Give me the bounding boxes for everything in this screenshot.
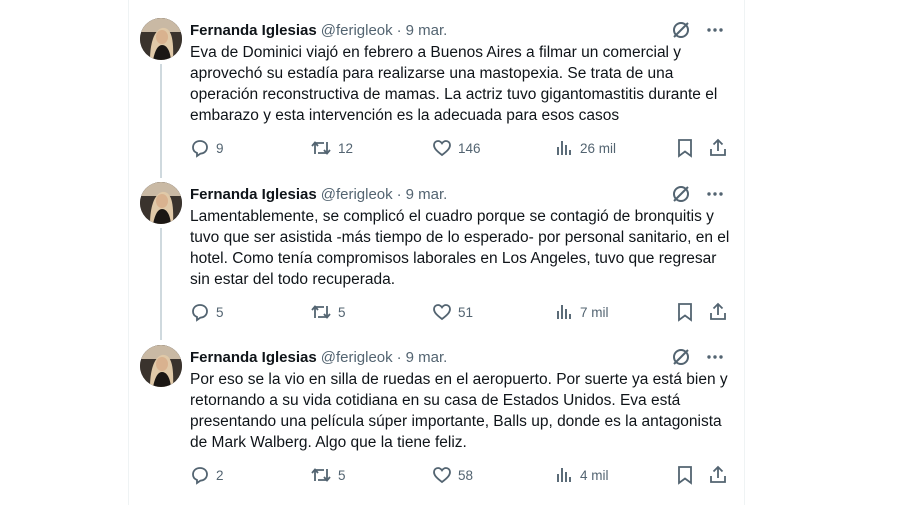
retweet-icon	[310, 302, 332, 322]
retweet-button[interactable]: 5	[310, 301, 346, 323]
avatar[interactable]	[140, 18, 182, 60]
more-icon[interactable]	[705, 184, 725, 204]
tweet[interactable]: Fernanda Iglesias @ferigleok · 9 mar. Po…	[128, 327, 743, 489]
avatar[interactable]	[140, 182, 182, 224]
like-icon	[432, 302, 452, 322]
separator-dot: ·	[396, 21, 402, 39]
tweet[interactable]: Fernanda Iglesias @ferigleok · 9 mar. La…	[128, 164, 743, 326]
separator-dot: ·	[396, 185, 402, 203]
like-count: 146	[458, 140, 481, 156]
tweet-text: Lamentablemente, se complicó el cuadro p…	[190, 208, 730, 288]
reply-button[interactable]: 9	[190, 137, 224, 159]
reply-icon	[190, 138, 210, 158]
author-handle[interactable]: @ferigleok	[321, 186, 393, 203]
like-icon	[432, 138, 452, 158]
reply-button[interactable]: 5	[190, 301, 224, 323]
like-button[interactable]: 51	[432, 301, 473, 323]
views-count: 7 mil	[580, 304, 609, 320]
views-icon	[554, 302, 574, 322]
retweet-button[interactable]: 12	[310, 137, 353, 159]
retweet-count: 5	[338, 467, 346, 483]
reply-count: 2	[216, 467, 224, 483]
author-handle[interactable]: @ferigleok	[321, 349, 393, 366]
author-handle[interactable]: @ferigleok	[321, 22, 393, 39]
bookmark-button[interactable]	[676, 301, 694, 323]
grok-icon[interactable]	[671, 20, 691, 40]
tweet-date[interactable]: 9 mar.	[406, 22, 448, 39]
tweet-text: Eva de Dominici viajó en febrero a Bueno…	[190, 44, 718, 124]
reply-icon	[190, 465, 210, 485]
tweet-date[interactable]: 9 mar.	[406, 349, 448, 366]
share-button[interactable]	[708, 464, 728, 486]
bookmark-button[interactable]	[676, 137, 694, 159]
separator-dot: ·	[396, 348, 402, 366]
share-icon	[708, 138, 728, 158]
share-icon	[708, 302, 728, 322]
like-count: 58	[458, 467, 474, 483]
more-icon[interactable]	[705, 347, 725, 367]
tweet-text: Por eso se la vio en silla de ruedas en …	[190, 371, 728, 451]
reply-button[interactable]: 2	[190, 464, 224, 486]
views-icon	[554, 465, 574, 485]
bookmark-icon	[676, 465, 694, 485]
bookmark-icon	[676, 302, 694, 322]
more-icon[interactable]	[705, 20, 725, 40]
avatar[interactable]	[140, 345, 182, 387]
tweet-actions: 9 12 146 26 mil	[190, 137, 730, 159]
reply-count: 9	[216, 140, 224, 156]
reply-count: 5	[216, 304, 224, 320]
views-count: 4 mil	[580, 467, 609, 483]
like-count: 51	[458, 304, 474, 320]
views-button[interactable]: 26 mil	[554, 137, 616, 159]
author-name[interactable]: Fernanda Iglesias	[190, 186, 317, 203]
tweet-actions: 2 5 58 4 mil	[190, 464, 730, 486]
reply-icon	[190, 302, 210, 322]
retweet-icon	[310, 138, 332, 158]
tweet-date[interactable]: 9 mar.	[406, 186, 448, 203]
views-icon	[554, 138, 574, 158]
views-button[interactable]: 7 mil	[554, 301, 609, 323]
like-button[interactable]: 146	[432, 137, 481, 159]
author-name[interactable]: Fernanda Iglesias	[190, 22, 317, 39]
share-button[interactable]	[708, 301, 728, 323]
retweet-count: 5	[338, 304, 346, 320]
retweet-icon	[310, 465, 332, 485]
share-icon	[708, 465, 728, 485]
bookmark-button[interactable]	[676, 464, 694, 486]
retweet-count: 12	[338, 140, 354, 156]
like-icon	[432, 465, 452, 485]
views-count: 26 mil	[580, 140, 617, 156]
author-name[interactable]: Fernanda Iglesias	[190, 349, 317, 366]
like-button[interactable]: 58	[432, 464, 473, 486]
grok-icon[interactable]	[671, 347, 691, 367]
tweet-actions: 5 5 51 7 mil	[190, 301, 730, 323]
grok-icon[interactable]	[671, 184, 691, 204]
tweet[interactable]: Fernanda Iglesias @ferigleok · 9 mar. Ev…	[128, 0, 743, 162]
share-button[interactable]	[708, 137, 728, 159]
views-button[interactable]: 4 mil	[554, 464, 609, 486]
bookmark-icon	[676, 138, 694, 158]
retweet-button[interactable]: 5	[310, 464, 346, 486]
